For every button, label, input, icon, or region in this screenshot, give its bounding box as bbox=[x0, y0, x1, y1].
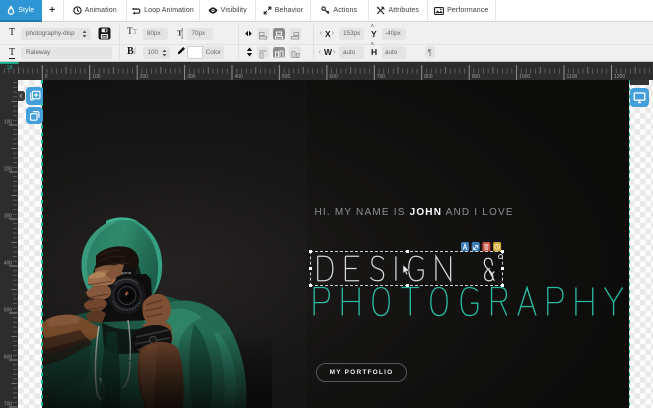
svg-text:200: 200 bbox=[4, 167, 13, 173]
svg-text:700: 700 bbox=[4, 402, 13, 408]
svg-text:100: 100 bbox=[4, 120, 13, 126]
svg-text:T: T bbox=[177, 28, 182, 37]
svg-text:600: 600 bbox=[4, 355, 13, 361]
svg-text:500: 500 bbox=[4, 308, 13, 314]
svg-text:400: 400 bbox=[4, 261, 13, 267]
svg-text:18: 18 bbox=[7, 65, 13, 71]
svg-text:300: 300 bbox=[4, 214, 13, 220]
